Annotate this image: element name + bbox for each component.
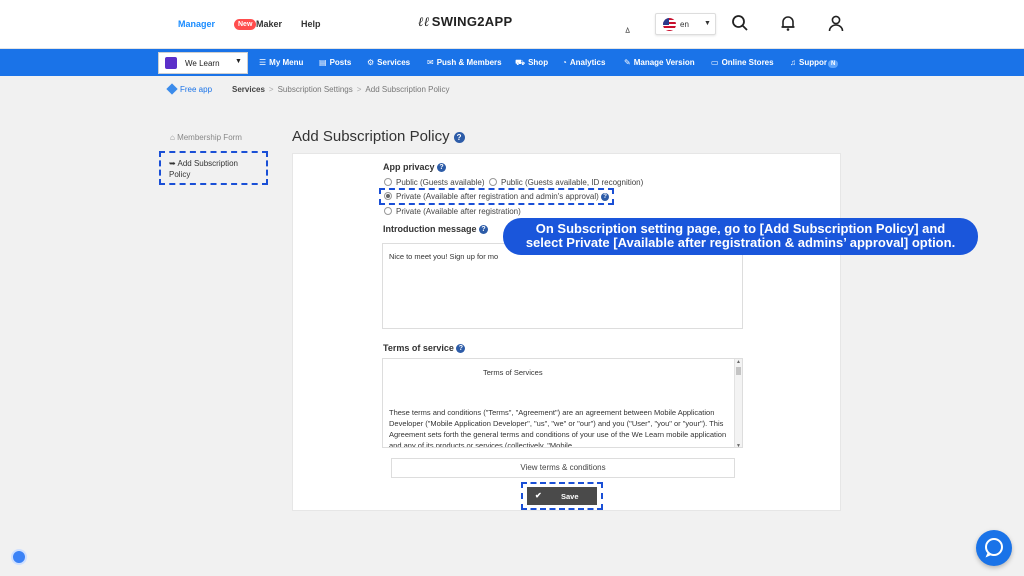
nav-posts[interactable]: ▤ Posts <box>319 58 351 67</box>
caret-down-icon: ▼ <box>235 58 242 65</box>
help-icon[interactable]: ? <box>453 131 465 143</box>
app-privacy-label: App privacy ? <box>383 162 447 173</box>
breadcrumb-subscription-settings[interactable]: Subscription Settings <box>278 85 353 94</box>
privacy-option-public-id[interactable]: Public (Guests available, ID recognition… <box>489 178 643 187</box>
user-icon[interactable] <box>827 14 845 32</box>
chat-button[interactable] <box>976 530 1012 566</box>
page-title: Add Subscription Policy? <box>292 128 465 145</box>
app-selector[interactable]: We Learn ▼ <box>158 52 248 74</box>
help-icon[interactable]: ? <box>456 344 466 354</box>
accessibility-button[interactable] <box>11 549 27 565</box>
view-terms-button[interactable]: View terms & conditions <box>391 458 735 478</box>
app-name: We Learn <box>185 59 220 68</box>
sidebar-item-membership-form[interactable]: ⌂ Membership Form <box>170 133 242 142</box>
top-header: Manager New Maker Help ℓℓ SWING2APP ㅿ en … <box>0 0 1024 49</box>
scroll-down-icon[interactable]: ▼ <box>736 443 741 447</box>
hand-icon[interactable]: ㅿ <box>623 22 633 37</box>
language-select[interactable]: en ▼ <box>655 13 716 35</box>
menu-icon: ☰ <box>259 58 267 67</box>
help-icon[interactable]: ? <box>437 163 447 173</box>
app-thumbnail-icon <box>165 57 177 69</box>
nav-help-link[interactable]: Help <box>301 19 321 29</box>
gear-icon: ⚙ <box>367 58 375 67</box>
breadcrumb: Services > Subscription Settings > Add Subsc… <box>232 85 450 94</box>
nav-maker-link[interactable]: Maker <box>256 19 282 29</box>
headset-icon: ♫ <box>790 58 796 67</box>
form-icon: ⌂ <box>170 133 178 142</box>
breadcrumb-services[interactable]: Services <box>232 85 265 94</box>
nav-push-members[interactable]: ✉ Push & Members <box>427 58 502 67</box>
callout-line-2: select Private [Available after registra… <box>525 235 956 250</box>
policy-form-panel: App privacy ? Public (Guests available) … <box>292 153 841 511</box>
posts-icon: ▤ <box>319 58 327 67</box>
cart-icon: ⛟ <box>515 58 526 67</box>
chat-bubble-icon <box>985 538 1003 558</box>
free-app-badge[interactable]: Free app <box>166 83 212 95</box>
privacy-option-public[interactable]: Public (Guests available) <box>384 178 484 187</box>
swing2app-logo[interactable]: ℓℓ SWING2APP <box>418 14 512 30</box>
radio-button[interactable] <box>489 178 497 186</box>
save-button[interactable]: ✔ Save <box>527 487 597 505</box>
scroll-thumb[interactable] <box>736 367 741 375</box>
chart-icon: ◔ <box>562 58 567 67</box>
instruction-callout: On Subscription setting page, go to [Add… <box>503 218 978 255</box>
nav-manager-link[interactable]: Manager <box>178 19 215 29</box>
new-badge: New <box>234 19 257 30</box>
nav-shop[interactable]: ⛟ Shop <box>515 58 548 68</box>
help-icon[interactable]: ? <box>601 192 610 201</box>
nav-services[interactable]: ⚙ Services <box>367 58 410 67</box>
radio-button[interactable] <box>384 178 392 186</box>
wrench-icon: ✎ <box>624 58 631 67</box>
mail-icon: ✉ <box>427 58 434 67</box>
terms-scrollbar[interactable]: ▲ ▼ <box>734 359 742 447</box>
bell-icon[interactable] <box>779 14 797 32</box>
diamond-icon <box>166 83 178 95</box>
store-icon: ▭ <box>711 58 719 67</box>
nav-support[interactable]: ♫ Suppor N <box>790 58 839 68</box>
callout-line-1: On Subscription setting page, go to [Add… <box>535 221 946 236</box>
privacy-option-private[interactable]: Private (Available after registration) <box>384 207 521 216</box>
nav-online-stores[interactable]: ▭ Online Stores <box>711 58 774 67</box>
intro-message-textarea[interactable]: Nice to meet you! Sign up for mo <box>382 243 743 329</box>
scroll-up-icon[interactable]: ▲ <box>736 359 741 365</box>
terms-textarea[interactable]: Terms of Services These terms and condit… <box>382 358 743 448</box>
radio-button[interactable] <box>384 207 392 215</box>
highlight-save-button: ✔ Save <box>521 482 603 510</box>
radio-button-selected[interactable] <box>384 192 392 200</box>
help-icon[interactable]: ? <box>479 225 489 235</box>
terms-body: These terms and conditions ("Terms", "Ag… <box>389 408 727 448</box>
sidebar-item-add-subscription-policy[interactable]: ➥ Add Subscription Policy <box>159 151 268 185</box>
language-value: en <box>680 20 689 29</box>
terms-title: Terms of Services <box>483 368 543 377</box>
privacy-option-private-approval[interactable]: Private (Available after registration an… <box>384 192 610 201</box>
search-icon[interactable] <box>731 14 749 32</box>
caret-down-icon: ▼ <box>704 20 711 27</box>
terms-of-service-label: Terms of service ? <box>383 343 466 354</box>
check-icon: ✔ <box>535 491 542 500</box>
support-badge: N <box>828 60 839 68</box>
main-navbar: We Learn ▼ ☰ My Menu ▤ Posts ⚙ Services ✉ Pu… <box>0 49 1024 76</box>
us-flag-icon <box>663 18 676 31</box>
breadcrumb-current: Add Subscription Policy <box>365 85 450 94</box>
intro-message-label: Introduction message ? <box>383 224 489 235</box>
nav-my-menu[interactable]: ☰ My Menu <box>259 58 303 67</box>
nav-manage-version[interactable]: ✎ Manage Version <box>624 58 695 67</box>
nav-analytics[interactable]: ◔ Analytics <box>562 58 605 67</box>
